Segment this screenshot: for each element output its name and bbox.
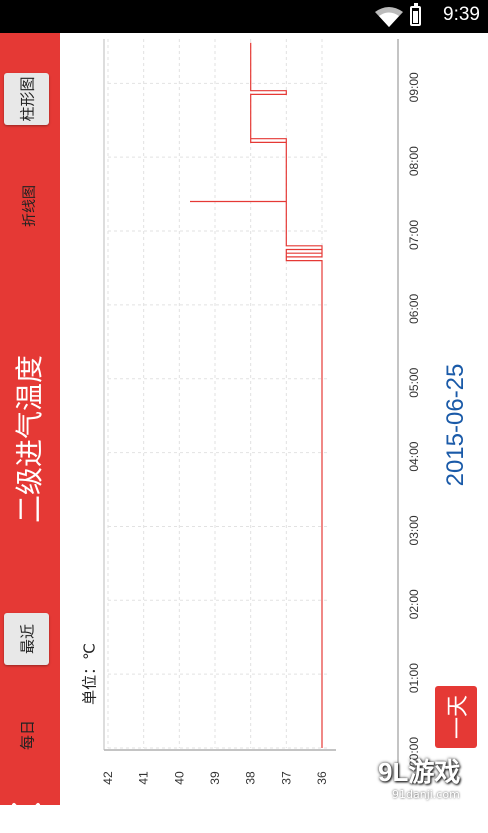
x-tick-label: 03:00	[407, 515, 421, 545]
chevron-left-icon[interactable]	[4, 793, 48, 833]
y-tick-label: 36	[315, 771, 329, 785]
battery-icon	[410, 3, 421, 26]
y-tick-label: 38	[244, 771, 258, 785]
x-tick-label: 05:00	[407, 367, 421, 397]
page-title: 二级进气温度	[13, 354, 46, 523]
one-day-button[interactable]: 一天	[435, 686, 477, 748]
y-tick-label: 41	[137, 771, 151, 785]
x-tick-label: 01:00	[407, 663, 421, 693]
watermark: 9L游戏 91danji.com	[370, 752, 488, 805]
x-tick-label: 09:00	[407, 72, 421, 102]
x-tick-label: 07:00	[407, 220, 421, 250]
y-tick-label: 42	[101, 771, 115, 785]
title-bar: 柱形图 折线图 二级进气温度 最近 每日	[0, 33, 60, 821]
y-tick-label: 39	[208, 771, 222, 785]
clock: 9:39	[443, 4, 480, 25]
x-tick-label: 04:00	[407, 441, 421, 471]
recent-button[interactable]: 最近	[4, 613, 49, 665]
x-tick-label: 08:00	[407, 146, 421, 176]
y-tick-label: 40	[172, 771, 186, 785]
y-tick-label: 37	[279, 771, 293, 785]
x-tick-label: 06:00	[407, 294, 421, 324]
line-chart: 3637383940414200:0001:0002:0003:0004:000…	[101, 39, 421, 785]
bar-chart-button[interactable]: 柱形图	[4, 73, 49, 125]
wifi-icon	[375, 7, 403, 27]
unit-label: 单位：℃	[80, 643, 99, 705]
status-bar: 9:39	[0, 0, 488, 33]
watermark-logo: 9L游戏	[378, 757, 461, 787]
watermark-url: 91danji.com	[392, 788, 460, 801]
x-tick-label: 02:00	[407, 589, 421, 619]
line-chart-tab[interactable]: 折线图	[12, 181, 46, 231]
daily-tab[interactable]: 每日	[10, 715, 44, 755]
date-label: 2015-06-25	[442, 363, 469, 487]
